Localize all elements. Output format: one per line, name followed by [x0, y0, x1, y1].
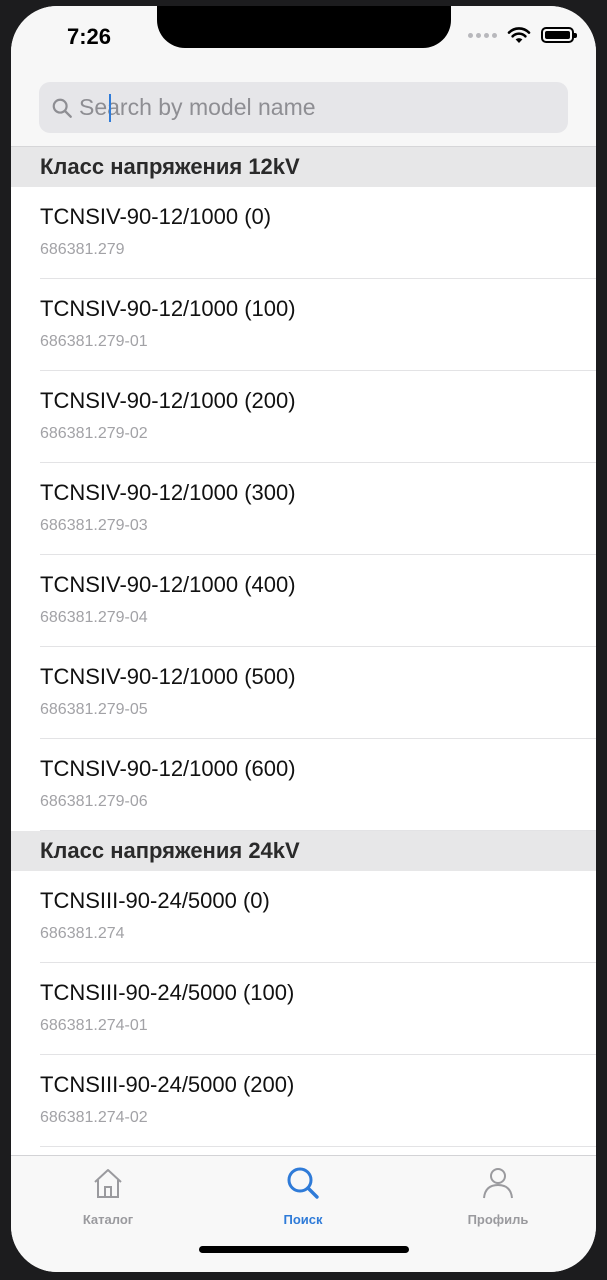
search-input[interactable] — [79, 94, 539, 121]
section-header: Класс напряжения 24kV — [11, 831, 596, 871]
tab-bar: Каталог Поиск Профиль — [11, 1155, 596, 1272]
item-model-name: TCNSIII-90-24/5000 (100) — [40, 980, 295, 1005]
row-separator — [40, 1146, 596, 1147]
item-code: 686381.279-05 — [40, 701, 148, 718]
list-item[interactable]: TCNSIV-90-12/1000 (100) 686381.279-01 — [11, 279, 596, 371]
list-item[interactable]: TCNSIV-90-12/1000 (300) 686381.279-03 — [11, 463, 596, 555]
tab-catalog[interactable]: Каталог — [38, 1164, 178, 1227]
app-screen: 7:26 Search by model name Класс напряжен… — [11, 6, 596, 1272]
item-code: 686381.279 — [40, 241, 125, 258]
item-code: 686381.274-02 — [40, 1109, 148, 1126]
tab-label: Каталог — [82, 1212, 134, 1227]
item-code: 686381.279-06 — [40, 793, 148, 810]
list-item[interactable]: TCNSIII-90-24/5000 (100) 686381.274-01 — [11, 963, 596, 1055]
item-model-name: TCNSIV-90-12/1000 (200) — [40, 388, 296, 413]
item-model-name: TCNSIV-90-12/1000 (600) — [40, 756, 296, 781]
text-cursor — [109, 94, 111, 122]
tab-profile[interactable]: Профиль — [428, 1164, 568, 1227]
tab-label: Профиль — [467, 1212, 529, 1227]
status-time: 7:26 — [67, 24, 112, 49]
cellular-signal-icon — [468, 32, 497, 38]
item-code: 686381.279-03 — [40, 517, 148, 534]
list-item[interactable]: TCNSIV-90-12/1000 (500) 686381.279-05 — [11, 647, 596, 739]
results-list[interactable]: Класс напряжения 12kV TCNSIV-90-12/1000 (… — [11, 147, 596, 1155]
item-code: 686381.279-01 — [40, 333, 148, 350]
search-field[interactable] — [39, 82, 568, 133]
item-code: 686381.274-01 — [40, 1017, 148, 1034]
item-model-name: TCNSIII-90-24/5000 (0) — [40, 888, 270, 913]
wifi-icon — [507, 27, 531, 43]
item-model-name: TCNSIV-90-12/1000 (500) — [40, 664, 296, 689]
item-code: 686381.279-02 — [40, 425, 148, 442]
device-frame: 7:26 Search by model name Класс напряжен… — [0, 0, 607, 1280]
status-icons — [468, 26, 577, 44]
item-model-name: TCNSIII-90-24/5000 (200) — [40, 1072, 295, 1097]
search-bar-container — [11, 66, 596, 147]
row-separator — [40, 830, 596, 831]
list-item[interactable]: TCNSIV-90-12/1000 (0) 686381.279 — [11, 187, 596, 279]
search-icon — [52, 98, 72, 118]
list-item[interactable]: TCNSIV-90-12/1000 (400) 686381.279-04 — [11, 555, 596, 647]
item-code: 686381.279-04 — [40, 609, 148, 626]
home-icon — [94, 1169, 122, 1198]
tab-label: Поиск — [283, 1212, 323, 1227]
battery-icon — [541, 27, 577, 43]
profile-icon — [483, 1168, 513, 1199]
notch — [157, 6, 451, 48]
list-item[interactable]: TCNSIV-90-12/1000 (600) 686381.279-06 — [11, 739, 596, 831]
list-item[interactable]: TCNSIII-90-24/5000 (0) 686381.274 — [11, 871, 596, 963]
item-code: 686381.274 — [40, 925, 125, 942]
list-item[interactable]: TCNSIV-90-12/1000 (200) 686381.279-02 — [11, 371, 596, 463]
item-model-name: TCNSIV-90-12/1000 (300) — [40, 480, 296, 505]
item-model-name: TCNSIV-90-12/1000 (100) — [40, 296, 296, 321]
item-model-name: TCNSIV-90-12/1000 (400) — [40, 572, 296, 597]
tab-search[interactable]: Поиск — [233, 1164, 373, 1227]
search-icon — [287, 1167, 319, 1199]
item-model-name: TCNSIV-90-12/1000 (0) — [40, 204, 272, 229]
section-header: Класс напряжения 12kV — [11, 147, 596, 187]
list-item[interactable]: TCNSIII-90-24/5000 (200) 686381.274-02 — [11, 1055, 596, 1147]
home-indicator — [199, 1246, 409, 1253]
